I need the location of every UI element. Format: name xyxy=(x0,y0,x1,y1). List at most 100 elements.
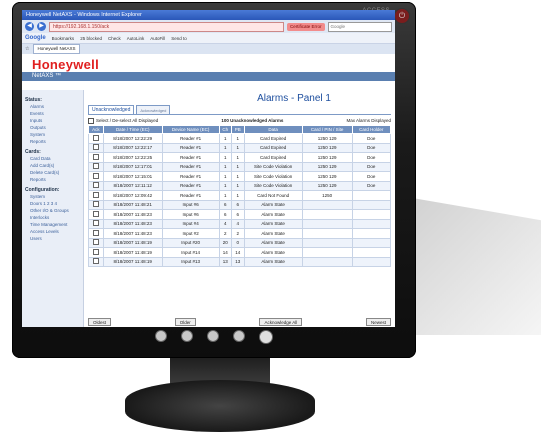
column-header[interactable]: PB xyxy=(230,125,245,134)
ack-cell xyxy=(88,142,104,153)
table-cell: Reader #1 xyxy=(161,152,220,163)
ack-checkbox[interactable] xyxy=(92,239,99,246)
table-row[interactable]: 8/18/2007 12:09:42 Reader #1 1 1 Card Not Fo… xyxy=(88,190,392,201)
sidebar-item-other-io[interactable]: Other I/O & Groups xyxy=(25,207,80,214)
ack-cell xyxy=(88,152,104,163)
table-cell: Card Not Found xyxy=(243,190,303,201)
monitor-button[interactable] xyxy=(207,330,219,342)
table-row[interactable]: 8/18/2007 12:11:12 Reader #1 1 1 Site Code V… xyxy=(88,180,392,191)
sidebar-item-add-cards[interactable]: Add Card(s) xyxy=(25,162,80,169)
column-header[interactable]: Card Holder xyxy=(351,125,392,134)
table-row[interactable]: 8/18/2007 12:17:01 Reader #1 1 1 Site Code V… xyxy=(88,161,392,172)
back-icon[interactable]: ◀ xyxy=(25,22,34,31)
column-header[interactable]: Ch xyxy=(218,125,232,134)
table-row[interactable]: 8/18/2007 11:48:23 Input #6 6 6 Alarm State xyxy=(88,209,392,220)
sidebar-item-outputs[interactable]: Outputs xyxy=(25,124,80,131)
table-cell: 1250 129 xyxy=(301,180,353,191)
ack-cell xyxy=(88,228,104,239)
column-header[interactable]: Device Name (EC) xyxy=(161,125,220,134)
ack-checkbox[interactable] xyxy=(92,153,99,160)
toolbar-item[interactable]: AutoFill xyxy=(150,36,165,41)
table-row[interactable]: 8/18/2007 12:22:17 Reader #1 1 1 Card Expire… xyxy=(88,142,392,153)
table-row[interactable]: 8/18/2007 11:48:23 Input #2 2 2 Alarm State xyxy=(88,228,392,239)
table-cell: Site Code Violation xyxy=(243,161,303,172)
table-cell: 1 xyxy=(230,152,245,163)
ack-checkbox[interactable] xyxy=(92,258,99,265)
table-cell: 8/18/2007 12:22:25 xyxy=(102,152,163,163)
toolbar-item[interactable]: AutoLink xyxy=(127,36,145,41)
column-header[interactable]: Date / Time (EC) xyxy=(102,125,163,134)
monitor-power-button[interactable] xyxy=(259,330,273,344)
select-all[interactable]: Select / De-select All Displayed xyxy=(88,117,158,125)
sidebar-item-config-system[interactable]: System xyxy=(25,193,80,200)
toolbar-item[interactable]: Send to xyxy=(171,36,187,41)
forward-icon[interactable]: ▶ xyxy=(37,22,46,31)
search-input[interactable]: Google xyxy=(327,21,392,32)
power-icon[interactable]: ⏻ xyxy=(394,8,410,24)
table-row[interactable]: 8/18/2007 12:15:01 Reader #1 1 1 Site Code V… xyxy=(88,171,392,182)
acknowledge-all-button[interactable]: Acknowledge All xyxy=(259,318,303,326)
table-row[interactable]: 8/18/2007 12:22:25 Reader #1 1 1 Card Expire… xyxy=(88,152,392,163)
table-row[interactable]: 8/18/2007 11:48:19 Input #14 14 14 Alarm Sta… xyxy=(88,247,392,258)
monitor-button[interactable] xyxy=(233,330,245,342)
sidebar-item-alarms[interactable]: Alarms xyxy=(25,103,80,110)
toolbar-item[interactable]: 25 blocked xyxy=(80,36,102,41)
table-cell: 1250 129 xyxy=(301,171,353,182)
browser-tab[interactable]: Honeywell NetAXS xyxy=(33,44,80,54)
sidebar-item-interlocks[interactable]: Interlocks xyxy=(25,214,80,221)
table-row[interactable]: 8/18/2007 11:48:19 Input #13 13 13 Alarm Sta… xyxy=(88,256,392,267)
monitor-button[interactable] xyxy=(155,330,167,342)
column-header[interactable]: Ack xyxy=(88,125,104,134)
newest-button[interactable]: Newest xyxy=(365,318,391,326)
older-button[interactable]: Older xyxy=(174,318,196,326)
tab-acknowledged[interactable]: Acknowledged xyxy=(136,105,171,114)
alarms-table: Ack Date / Time (EC) Device Name (EC) Ch… xyxy=(88,125,392,267)
ack-checkbox[interactable] xyxy=(92,210,99,217)
sidebar-item-access-levels[interactable]: Access Levels xyxy=(25,228,80,235)
table-cell: 8/18/2007 11:48:19 xyxy=(102,247,163,258)
sidebar-item-time-management[interactable]: Time Management xyxy=(25,221,80,228)
sidebar-item-card-reports[interactable]: Reports xyxy=(25,176,80,183)
ack-checkbox[interactable] xyxy=(92,191,99,198)
ack-checkbox[interactable] xyxy=(92,248,99,255)
ack-checkbox[interactable] xyxy=(92,220,99,227)
ack-checkbox[interactable] xyxy=(92,172,99,179)
toolbar-item[interactable]: Bookmarks xyxy=(52,36,75,41)
table-row[interactable]: 8/18/2007 11:48:23 Input #4 4 4 Alarm State xyxy=(88,218,392,229)
monitor-buttons xyxy=(12,330,416,344)
ack-checkbox[interactable] xyxy=(92,229,99,236)
table-row[interactable]: 8/18/2007 12:22:29 Reader #1 1 1 Card Expire… xyxy=(88,133,392,144)
column-header[interactable]: Data xyxy=(243,125,303,134)
table-cell: Doe xyxy=(351,133,392,144)
column-header[interactable]: Card / PIN / Site xyxy=(301,125,353,134)
sidebar-item-users[interactable]: Users xyxy=(25,235,80,242)
content: Alarms - Panel 1 Unacknowledged Acknowle… xyxy=(84,90,395,327)
star-icon[interactable]: ☆ xyxy=(25,46,29,52)
table-cell xyxy=(351,190,392,201)
table-cell: 14 xyxy=(218,247,232,258)
ack-checkbox[interactable] xyxy=(92,144,99,151)
tab-bar: ☆ Honeywell NetAXS xyxy=(22,44,395,54)
ack-checkbox[interactable] xyxy=(92,182,99,189)
table-cell: 8/18/2007 11:48:21 xyxy=(102,199,163,210)
sidebar-item-doors[interactable]: Doors 1 2 3 4 xyxy=(25,200,80,207)
sidebar-item-inputs[interactable]: Inputs xyxy=(25,117,80,124)
sidebar-item-events[interactable]: Events xyxy=(25,110,80,117)
ack-checkbox[interactable] xyxy=(92,163,99,170)
oldest-button[interactable]: Oldest xyxy=(88,318,112,326)
table-row[interactable]: 8/18/2007 11:48:21 Input #6 6 6 Alarm State xyxy=(88,199,392,210)
ack-checkbox[interactable] xyxy=(92,201,99,208)
tab-unacknowledged[interactable]: Unacknowledged xyxy=(88,105,135,114)
table-row[interactable]: 8/18/2007 11:48:19 Input #20 20 0 Alarm Stat… xyxy=(88,237,392,248)
sidebar-item-reports[interactable]: Reports xyxy=(25,138,80,145)
toolbar-item[interactable]: Check xyxy=(108,36,121,41)
sidebar-item-system[interactable]: System xyxy=(25,131,80,138)
certificate-error-badge[interactable]: Certificate Error xyxy=(287,22,325,31)
table-cell: 0 xyxy=(230,237,245,248)
sidebar-item-card-data[interactable]: Card Data xyxy=(25,155,80,162)
sidebar-item-delete-cards[interactable]: Delete Card(s) xyxy=(25,169,80,176)
address-bar[interactable]: https://192.168.1.150/ack xyxy=(49,21,284,32)
select-all-checkbox[interactable] xyxy=(88,117,94,124)
ack-checkbox[interactable] xyxy=(92,134,99,141)
monitor-button[interactable] xyxy=(181,330,193,342)
